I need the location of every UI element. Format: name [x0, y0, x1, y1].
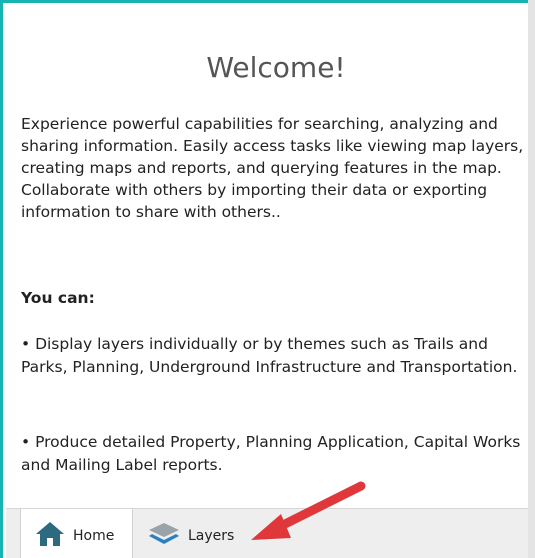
tab-home[interactable]: Home — [20, 509, 133, 558]
welcome-intro-text: Experience powerful capabilities for sea… — [21, 115, 524, 221]
annotation-arrow-icon — [251, 481, 366, 540]
capability-bullet-reports: • Produce detailed Property, Planning Ap… — [21, 433, 521, 474]
capability-bullet-layers: • Display layers individually or by them… — [21, 335, 518, 376]
home-icon — [35, 521, 65, 551]
welcome-panel: Welcome! Experience powerful capabilitie… — [0, 0, 535, 558]
tab-home-label: Home — [73, 527, 115, 544]
layers-icon — [148, 522, 180, 550]
tab-layers-label: Layers — [188, 527, 235, 544]
welcome-title: Welcome! — [206, 51, 346, 84]
you-can-heading: You can: — [21, 289, 95, 307]
scrollbar-edge — [528, 0, 535, 558]
tab-layers[interactable]: Layers — [138, 509, 258, 558]
